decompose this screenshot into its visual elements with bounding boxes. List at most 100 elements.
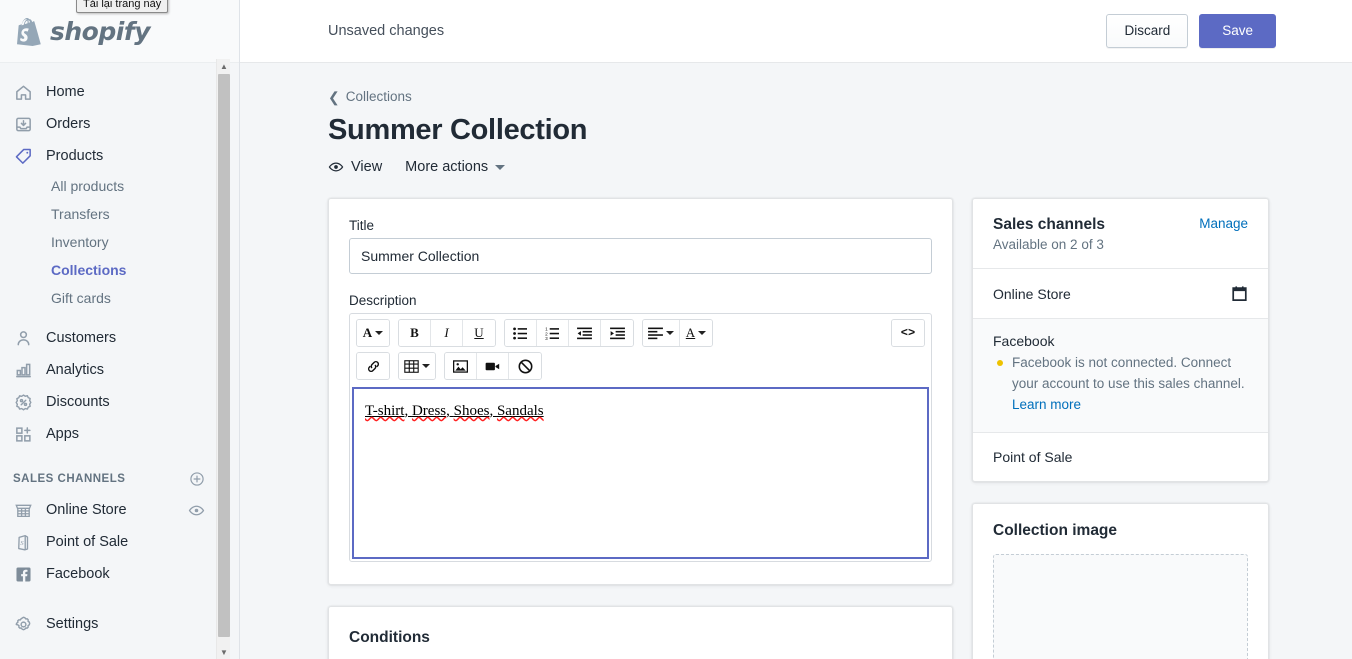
- main-area: Unsaved changes Discard Save ❮ Collectio…: [240, 0, 1352, 659]
- table-icon[interactable]: [399, 353, 435, 379]
- sidebar-item-point-of-sale[interactable]: S Point of Sale: [0, 526, 222, 558]
- sidebar-item-facebook[interactable]: Facebook: [0, 558, 222, 590]
- calendar-icon[interactable]: [1231, 285, 1248, 302]
- sidebar-item-inventory[interactable]: Inventory: [0, 228, 222, 256]
- sidebar-item-gift-cards[interactable]: Gift cards: [0, 284, 222, 312]
- breadcrumb[interactable]: ❮ Collections: [328, 89, 1276, 104]
- collection-image-title: Collection image: [993, 521, 1118, 539]
- add-sales-channel-icon[interactable]: [189, 471, 205, 487]
- view-action[interactable]: View: [328, 159, 382, 175]
- sidebar-item-customers[interactable]: Customers: [0, 322, 222, 354]
- sidebar-item-analytics[interactable]: Analytics: [0, 354, 222, 386]
- sales-channel-row-online-store[interactable]: Online Store: [973, 268, 1268, 318]
- numbered-list-icon[interactable]: 1 2 3: [537, 320, 569, 346]
- orders-inbox-icon: [13, 114, 33, 134]
- collection-image-dropzone[interactable]: [993, 553, 1248, 659]
- sidebar-item-label: Analytics: [46, 362, 105, 378]
- bold-icon[interactable]: B: [399, 320, 431, 346]
- sidebar-subitem-label: Transfers: [51, 206, 110, 222]
- title-input[interactable]: [349, 238, 932, 274]
- customer-person-icon: [13, 328, 33, 348]
- sidebar-item-all-products[interactable]: All products: [0, 172, 222, 200]
- discard-button[interactable]: Discard: [1106, 13, 1189, 49]
- sidebar-item-label: Home: [46, 84, 85, 100]
- description-editor-area[interactable]: T-shirt, Dress, Shoes, Sandals: [352, 387, 929, 559]
- italic-icon[interactable]: I: [431, 320, 463, 346]
- warning-dot-icon: [997, 360, 1003, 366]
- analytics-bars-icon: [13, 360, 33, 380]
- sidebar-item-orders[interactable]: Orders: [0, 108, 222, 140]
- scroll-up-arrow-icon[interactable]: ▲: [217, 59, 231, 73]
- eye-icon[interactable]: [188, 502, 205, 519]
- unsaved-changes-label: Unsaved changes: [328, 23, 445, 39]
- shopify-bag-icon: [17, 17, 43, 46]
- view-label: View: [351, 159, 383, 175]
- browser-reload-tooltip: Tải lại trang này: [76, 0, 169, 13]
- description-field-label: Description: [349, 293, 417, 308]
- sidebar-subitem-label: Collections: [51, 262, 127, 278]
- bulleted-list-icon[interactable]: [505, 320, 537, 346]
- clear-formatting-icon[interactable]: [509, 353, 541, 379]
- shopify-wordmark: shopify: [50, 16, 151, 46]
- sidebar-item-collections[interactable]: Collections: [0, 256, 222, 284]
- manage-sales-channels-link[interactable]: Manage: [1199, 216, 1248, 231]
- sales-channel-row-point-of-sale[interactable]: Point of Sale: [973, 431, 1268, 481]
- collection-details-card: Title Description A: [328, 198, 953, 585]
- insert-image-icon[interactable]: [445, 353, 477, 379]
- sales-channel-row-facebook: Facebook Facebook is not connected. Conn…: [973, 318, 1268, 432]
- content-columns: Title Description A: [328, 198, 1276, 659]
- sidebar-subitem-label: Inventory: [51, 234, 109, 250]
- svg-text:S: S: [20, 539, 24, 546]
- editor-toolbar-row-2: [350, 352, 931, 385]
- rich-text-editor: A B I U 1 2 3 A <> T-shirt, Dress, Shoes…: [349, 313, 932, 562]
- collection-image-card: Collection image: [972, 502, 1269, 659]
- secondary-column: Sales channels Available on 2 of 3 Manag…: [972, 198, 1269, 659]
- outdent-icon[interactable]: [569, 320, 601, 346]
- align-icon[interactable]: [643, 320, 680, 346]
- app-root: Tải lại trang này shopify Home Orders Pr…: [0, 0, 1352, 659]
- more-actions-button[interactable]: More actions: [405, 159, 506, 175]
- description-field: Description A B I U 1 2 3 A <> T-shirt, …: [349, 293, 932, 562]
- facebook-icon: [13, 564, 33, 584]
- sidebar-subitem-label: Gift cards: [51, 290, 111, 306]
- sidebar-item-label: Products: [46, 148, 104, 164]
- html-code-icon[interactable]: <>: [892, 320, 924, 346]
- insert-video-icon[interactable]: [477, 353, 509, 379]
- scroll-down-arrow-icon[interactable]: ▼: [217, 645, 231, 659]
- description-text: T-shirt, Dress, Shoes, Sandals: [365, 403, 544, 419]
- sidebar-scrollbar[interactable]: ▲ ▼: [216, 59, 230, 659]
- font-style-icon[interactable]: A: [357, 320, 389, 346]
- storefront-icon: [13, 500, 33, 520]
- sidebar: shopify Home Orders Products All product…: [0, 0, 240, 659]
- conditions-title: Conditions: [349, 629, 430, 646]
- indent-icon[interactable]: [601, 320, 633, 346]
- sidebar-item-label: Settings: [46, 616, 99, 632]
- breadcrumb-label: Collections: [345, 89, 412, 104]
- sidebar-item-transfers[interactable]: Transfers: [0, 200, 222, 228]
- title-field-label: Title: [349, 218, 375, 233]
- sidebar-nav: Home Orders Products All products Transf…: [0, 63, 222, 659]
- link-icon[interactable]: [357, 353, 389, 379]
- sidebar-subitem-label: All products: [51, 178, 125, 194]
- sidebar-item-discounts[interactable]: Discounts: [0, 386, 222, 418]
- text-color-icon[interactable]: A: [680, 320, 712, 346]
- page-action-row: View More actions: [328, 159, 1276, 175]
- sidebar-item-home[interactable]: Home: [0, 76, 222, 108]
- facebook-warning-text: Facebook is not connected. Connect your …: [1012, 353, 1248, 416]
- sales-channel-name: Point of Sale: [993, 448, 1073, 465]
- save-button[interactable]: Save: [1199, 13, 1276, 49]
- learn-more-link[interactable]: Learn more: [1012, 397, 1081, 412]
- gear-icon: [13, 614, 33, 634]
- underline-icon[interactable]: U: [463, 320, 495, 346]
- sidebar-item-settings[interactable]: Settings: [0, 608, 222, 640]
- sidebar-item-label: Point of Sale: [46, 534, 129, 550]
- more-actions-label: More actions: [405, 159, 489, 175]
- scrollbar-thumb[interactable]: [218, 74, 230, 637]
- sales-channels-availability: Available on 2 of 3: [993, 237, 1104, 252]
- page-content: ❮ Collections Summer Collection View Mor…: [240, 63, 1352, 659]
- sidebar-item-products[interactable]: Products: [0, 140, 222, 172]
- chevron-left-icon: ❮: [328, 88, 340, 105]
- sidebar-item-apps[interactable]: Apps: [0, 418, 222, 450]
- conditions-card: Conditions: [328, 606, 953, 659]
- sidebar-item-online-store[interactable]: Online Store: [0, 494, 222, 526]
